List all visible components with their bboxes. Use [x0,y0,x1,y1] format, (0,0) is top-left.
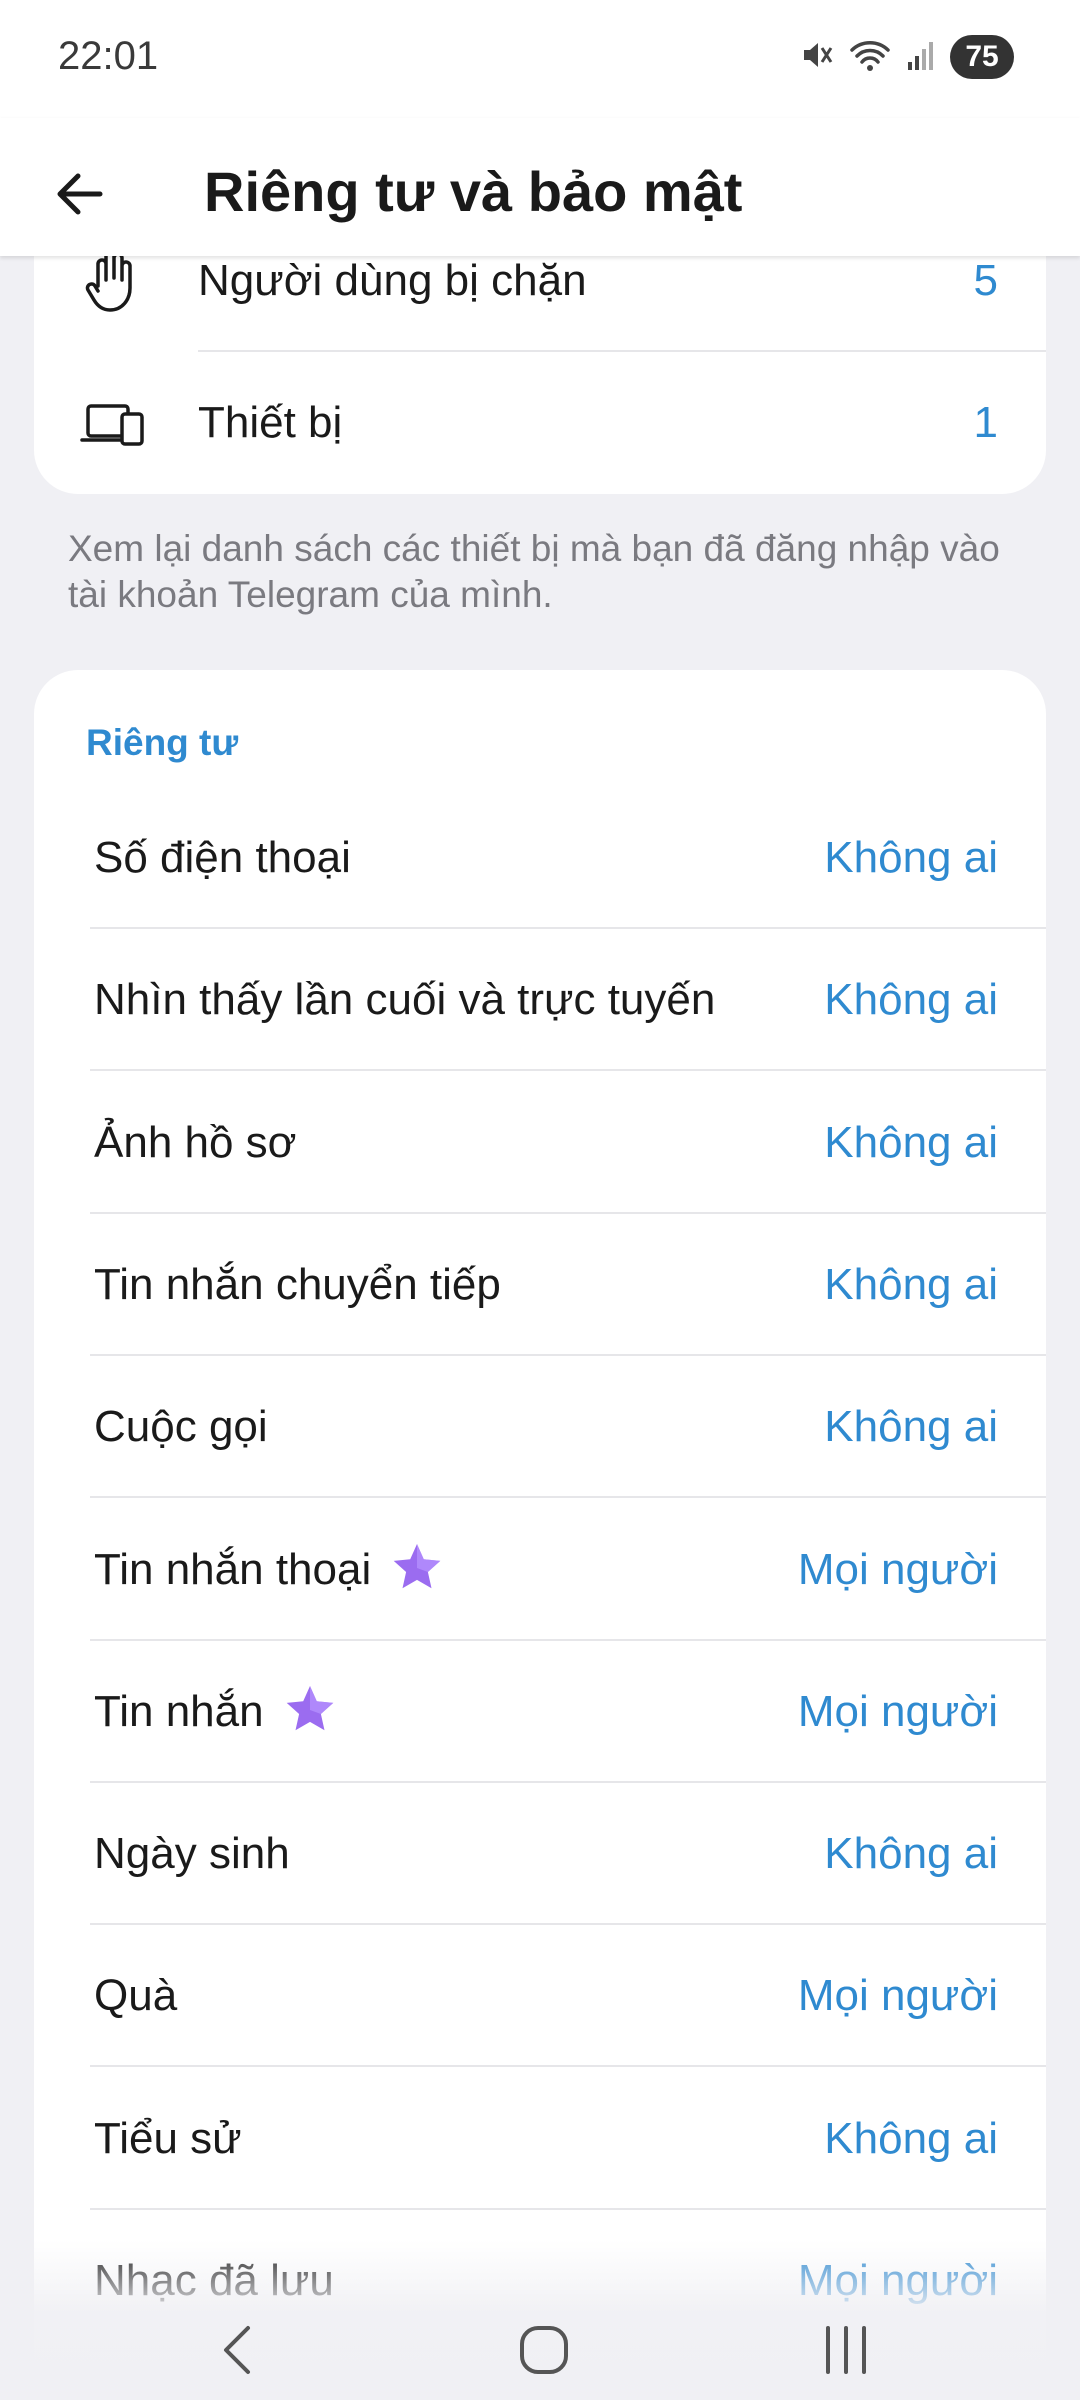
security-card: Người dùng bị chặn 5 Thiết bị 1 [34,220,1046,494]
premium-star-icon [389,1540,445,1596]
privacy-row-value: Mọi người [797,1971,998,2021]
privacy-row-label-text: Ảnh hồ sơ [94,1117,297,1167]
nav-home-button[interactable] [494,2300,594,2400]
privacy-row-value: Không ai [824,1829,998,1879]
status-icons: 75 [800,34,1014,80]
privacy-row-label-text: Quà [94,1971,178,2021]
privacy-row-last-seen[interactable]: Nhìn thấy lần cuối và trực tuyến Không ai [34,929,1046,1072]
privacy-row-label: Ảnh hồ sơ [94,1117,297,1169]
privacy-row-value: Mọi người [797,1544,998,1594]
privacy-row-label-text: Cuộc gọi [94,1402,268,1452]
privacy-row-label: Cuộc gọi [94,1401,268,1453]
privacy-row-label: Ngày sinh [94,1828,290,1880]
nav-home-icon [520,2326,568,2374]
battery-icon: 75 [950,35,1014,79]
privacy-row-messages[interactable]: Tin nhắn Mọi người [34,1641,1046,1783]
privacy-row-value: Không ai [824,833,998,882]
privacy-row-label: Tiểu sử [94,2113,242,2165]
privacy-row-profile-photo[interactable]: Ảnh hồ sơ Không ai [34,1072,1046,1214]
system-nav-bar [0,2240,1080,2400]
privacy-row-label-text: Tin nhắn thoại [94,1544,372,1594]
status-bar: 22:01 75 [0,0,1080,118]
privacy-row-bio[interactable]: Tiểu sử Không ai [34,2068,1046,2210]
privacy-row-forwarded-messages[interactable]: Tin nhắn chuyển tiếp Không ai [34,1214,1046,1356]
privacy-row-label: Tin nhắn [94,1686,338,1742]
privacy-row-value: Không ai [824,1117,998,1167]
app-bar: Riêng tư và bảo mật [0,118,1080,256]
privacy-card: Riêng tư Số điện thoại Không ai Nhìn thấy … [34,670,1046,2400]
nav-back-icon [224,2326,250,2374]
signal-icon [906,38,936,77]
devices-hint: Xem lại danh sách các thiết bị mà bạn đã… [68,528,1000,615]
privacy-row-value: Mọi người [797,1686,998,1736]
devices-icon [78,388,148,458]
privacy-row-voice-messages[interactable]: Tin nhắn thoại Mọi người [34,1499,1046,1641]
nav-recents-button[interactable] [796,2300,896,2400]
blocked-users-count: 5 [973,256,998,305]
privacy-row-label: Tin nhắn thoại [94,1543,445,1600]
privacy-row-label-text: Tiểu sử [94,2113,242,2163]
privacy-row-label: Số điện thoại [94,832,351,884]
privacy-row-label: Tin nhắn chuyển tiếp [94,1259,501,1311]
privacy-row-value: Không ai [824,1259,998,1309]
blocked-users-label: Người dùng bị chặn [198,256,587,305]
privacy-row-label-text: Ngày sinh [94,1829,290,1879]
privacy-row-label: Nhìn thấy lần cuối và trực tuyến [94,974,715,1026]
privacy-row-phone[interactable]: Số điện thoại Không ai [34,787,1046,929]
privacy-row-value: Không ai [824,1402,998,1452]
premium-star-icon [282,1682,338,1738]
privacy-row-label-text: Tin nhắn chuyển tiếp [94,1259,501,1309]
mute-icon [800,38,834,77]
privacy-row-label-text: Nhìn thấy lần cuối và trực tuyến [94,975,716,1025]
nav-recents-icon [826,2326,866,2374]
privacy-row-label: Quà [94,1970,177,2022]
wifi-icon [848,38,892,77]
privacy-section-title: Riêng tư [86,722,239,763]
devices-label: Thiết bị [198,398,343,447]
hand-icon [78,246,148,316]
privacy-row-label-text: Số điện thoại [94,833,351,882]
status-time: 22:01 [58,34,159,78]
arrow-left-icon [57,173,103,215]
privacy-row-birthday[interactable]: Ngày sinh Không ai [34,1783,1046,1926]
devices-count: 1 [973,398,998,447]
privacy-row-calls[interactable]: Cuộc gọi Không ai [34,1356,1046,1499]
privacy-row-label-text: Tin nhắn [94,1686,264,1736]
privacy-row-value: Không ai [824,975,998,1025]
privacy-row-value: Không ai [824,2113,998,2163]
page-title: Riêng tư và bảo mật [204,160,743,223]
devices-row[interactable]: Thiết bị 1 [34,352,1046,494]
back-button[interactable] [40,154,120,234]
privacy-row-gifts[interactable]: Quà Mọi người [34,1925,1046,2068]
nav-back-button[interactable] [190,2300,290,2400]
